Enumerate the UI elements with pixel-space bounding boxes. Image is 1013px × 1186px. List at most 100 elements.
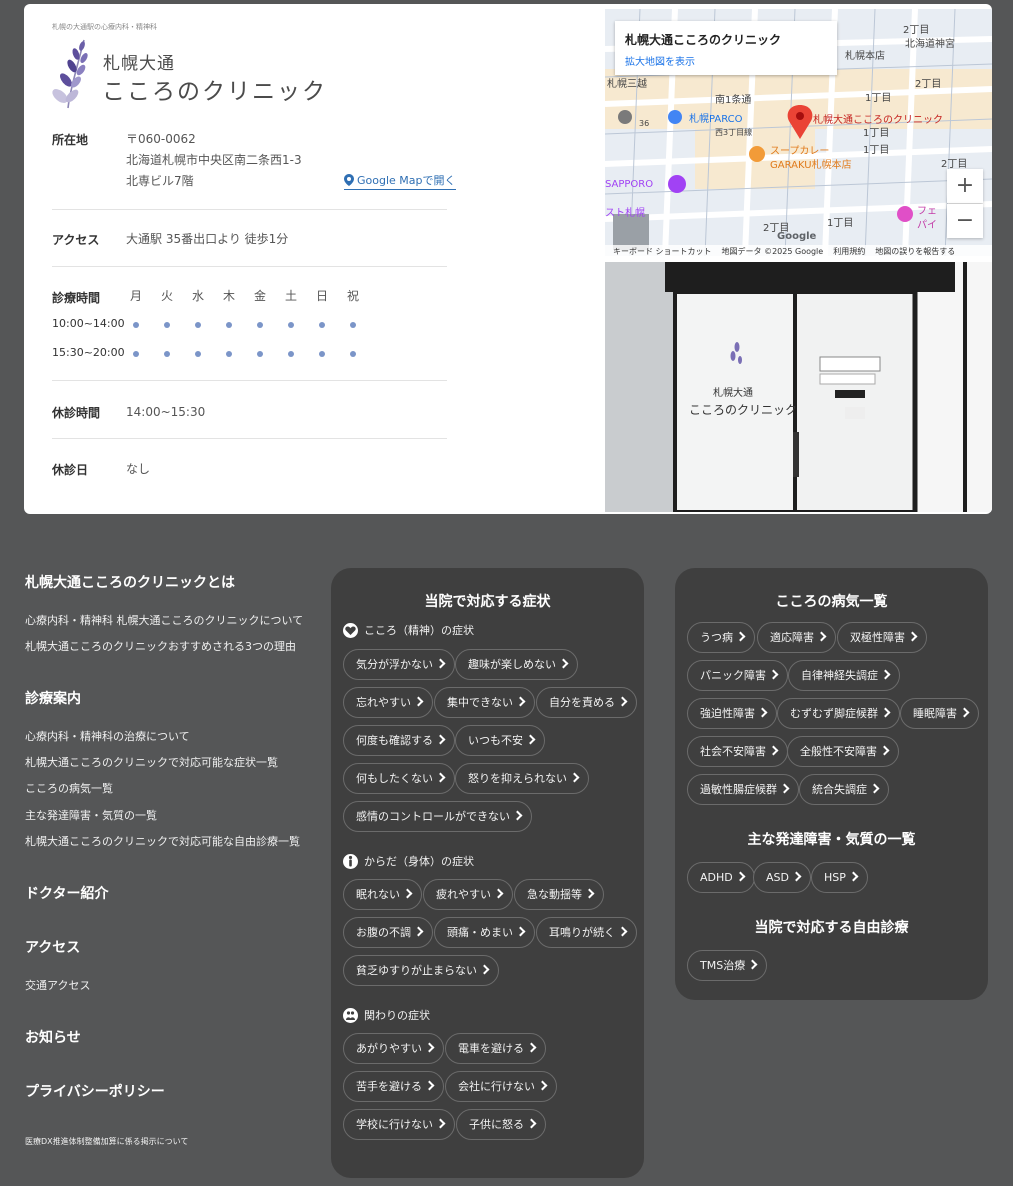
day-fri: 金 — [253, 289, 266, 303]
disease-chip[interactable]: 双極性障害 — [837, 622, 927, 653]
footer-link[interactable]: こころの病気一覧 — [25, 780, 113, 796]
diseases-title: こころの病気一覧 — [775, 594, 888, 610]
footer-link[interactable]: 札幌大通こころのクリニックおすすめされる3つの理由 — [25, 638, 296, 654]
dev-chip[interactable]: ASD — [753, 862, 811, 893]
logo-text-line1: 札幌大通 — [103, 54, 175, 74]
symptom-chip[interactable]: 何度も確認する — [343, 725, 455, 756]
disease-chip[interactable]: 統合失調症 — [799, 774, 889, 805]
map-label: 2丁目 — [941, 159, 968, 170]
footer-link[interactable]: 札幌大通こころのクリニックで対応可能な自由診療一覧 — [25, 833, 300, 849]
map-label: スープカレー — [770, 146, 830, 157]
disease-chip[interactable]: 過敏性腸症候群 — [687, 774, 799, 805]
zoom-out-button[interactable]: − — [947, 204, 983, 238]
open-dot — [164, 322, 170, 328]
disease-chip[interactable]: 睡眠障害 — [900, 698, 979, 729]
entrance-sign-line2: こころのクリニック — [689, 403, 798, 417]
map-footer: キーボード ショートカット 地図データ ©2025 Google 利用規約 地図… — [605, 245, 992, 256]
symptom-chip[interactable]: 急な動揺等 — [514, 879, 604, 910]
footer-privacy-title[interactable]: プライバシーポリシー — [25, 1081, 165, 1101]
symptom-chip[interactable]: お腹の不調 — [343, 917, 433, 948]
footer-link[interactable]: 心療内科・精神科 札幌大通こころのクリニックについて — [25, 612, 303, 628]
disease-chip[interactable]: 社会不安障害 — [687, 736, 788, 767]
access-value: 大通駅 35番出口より 徒歩1分 — [126, 232, 289, 246]
body-subhead-label: からだ（身体）の症状 — [364, 855, 474, 868]
footer-link[interactable]: 交通アクセス — [25, 977, 90, 993]
clinic-entrance-photo: 札幌大通 こころのクリニック — [605, 262, 992, 512]
map-label: 1丁目 — [865, 93, 892, 104]
footer-news-title[interactable]: お知らせ — [25, 1027, 81, 1047]
footer-guide-title[interactable]: 診療案内 — [25, 688, 81, 708]
slot-morning-time: 10:00~14:00 — [52, 317, 125, 330]
symptom-chip[interactable]: 感情のコントロールができない — [343, 801, 532, 832]
symptom-chip[interactable]: 眠れない — [343, 879, 422, 910]
map-label: 2丁目 — [915, 79, 942, 90]
symptom-chip[interactable]: 学校に行けない — [343, 1109, 455, 1140]
map-terms-link[interactable]: 利用規約 — [833, 246, 865, 256]
clinic-info-card: 札幌の大通駅の心療内科・精神科 札幌大通 こころのクリニック 所在地 〒060-… — [24, 4, 992, 514]
symptom-chip[interactable]: 頭痛・めまい — [434, 917, 535, 948]
tagline: 札幌の大通駅の心療内科・精神科 — [52, 23, 157, 31]
symptom-chip[interactable]: 自分を責める — [536, 687, 637, 718]
day-tue: 火 — [160, 289, 173, 303]
open-dot — [164, 351, 170, 357]
free-chip[interactable]: TMS治療 — [687, 950, 768, 981]
symptom-chip[interactable]: あがりやすい — [343, 1033, 444, 1064]
symptom-chip[interactable]: いつも不安 — [455, 725, 545, 756]
dev-chip[interactable]: HSP — [811, 862, 868, 893]
day-wed: 水 — [191, 289, 204, 303]
symptom-chip[interactable]: 貧乏ゆすりが止まらない — [343, 955, 499, 986]
symptoms-panel: 当院で対応する症状 こころ（精神）の症状 気分が浮かない 趣味が楽しめない 忘れ… — [331, 568, 644, 1178]
footer-doctor-title[interactable]: ドクター紹介 — [25, 883, 108, 903]
footer-about-title[interactable]: 札幌大通こころのクリニックとは — [25, 572, 235, 592]
day-thu: 木 — [222, 289, 235, 303]
zoom-in-button[interactable]: + — [947, 169, 983, 203]
symptom-chip[interactable]: 会社に行けない — [445, 1071, 557, 1102]
google-map-link[interactable]: Google Mapで開く — [344, 172, 456, 190]
symptom-chip[interactable]: 苦手を避ける — [343, 1071, 444, 1102]
disease-chip[interactable]: パニック障害 — [687, 660, 788, 691]
symptom-chip[interactable]: 趣味が楽しめない — [455, 649, 578, 680]
symptom-chip[interactable]: 子供に怒る — [456, 1109, 546, 1140]
disease-chip[interactable]: うつ病 — [687, 622, 755, 653]
disease-chip[interactable]: 適応障害 — [757, 622, 836, 653]
slot-evening-time: 15:30~20:00 — [52, 346, 125, 359]
disease-chip[interactable]: 強迫性障害 — [687, 698, 777, 729]
footer-dx-link[interactable]: 医療DX推進体制整備加算に係る掲示について — [25, 1136, 188, 1147]
body-icon — [343, 853, 358, 869]
map-popup-title: 札幌大通こころのクリニック — [625, 33, 782, 47]
footer-link[interactable]: 主な発達障害・気質の一覧 — [25, 807, 157, 823]
closed-label: 休診日 — [52, 463, 89, 477]
symptom-chip[interactable]: 電車を避ける — [445, 1033, 546, 1064]
disease-chip[interactable]: むずむず脚症候群 — [777, 698, 900, 729]
dev-chip[interactable]: ADHD — [687, 862, 755, 893]
open-dot — [350, 351, 356, 357]
map-label: 北海道神宮 — [905, 39, 955, 50]
entrance-door-illustration — [605, 262, 992, 512]
closed-value: なし — [126, 462, 151, 476]
disease-chip[interactable]: 全般性不安障害 — [787, 736, 899, 767]
symptom-chip[interactable]: 気分が浮かない — [343, 649, 455, 680]
symptom-chip[interactable]: 疲れやすい — [423, 879, 513, 910]
divider — [52, 266, 447, 267]
open-dot — [288, 322, 294, 328]
symptom-chip[interactable]: 忘れやすい — [343, 687, 433, 718]
symptom-chip[interactable]: 集中できない — [434, 687, 535, 718]
symptom-chip[interactable]: 耳鳴りが続く — [536, 917, 637, 948]
address-postal: 〒060-0062 — [126, 132, 196, 146]
map-report-link[interactable]: 地図の誤りを報告する — [875, 246, 955, 256]
mind-subhead-label: こころ（精神）の症状 — [364, 624, 474, 637]
embedded-map[interactable]: 2丁目 北海道神宮 札幌本店 南1条通 札幌PARCO 1丁目 スープカレー G… — [605, 9, 992, 256]
footer-access-title[interactable]: アクセス — [25, 937, 80, 957]
symptom-chip[interactable]: 怒りを抑えられない — [455, 763, 589, 794]
map-shortcuts-link[interactable]: キーボード ショートカット — [613, 246, 712, 256]
footer-link[interactable]: 心療内科・精神科の治療について — [25, 728, 190, 744]
map-enlarge-link[interactable]: 拡大地図を表示 — [625, 53, 695, 68]
symptom-chip[interactable]: 何もしたくない — [343, 763, 455, 794]
symptoms-title: 当院で対応する症状 — [424, 594, 551, 610]
map-label: 2丁目 — [903, 25, 930, 36]
disease-chip[interactable]: 自律神経失調症 — [788, 660, 900, 691]
footer-link[interactable]: 札幌大通こころのクリニックで対応可能な症状一覧 — [25, 754, 278, 770]
heart-icon — [343, 622, 358, 638]
break-label: 休診時間 — [52, 406, 101, 420]
map-data-credit: 地図データ ©2025 Google — [721, 247, 824, 256]
